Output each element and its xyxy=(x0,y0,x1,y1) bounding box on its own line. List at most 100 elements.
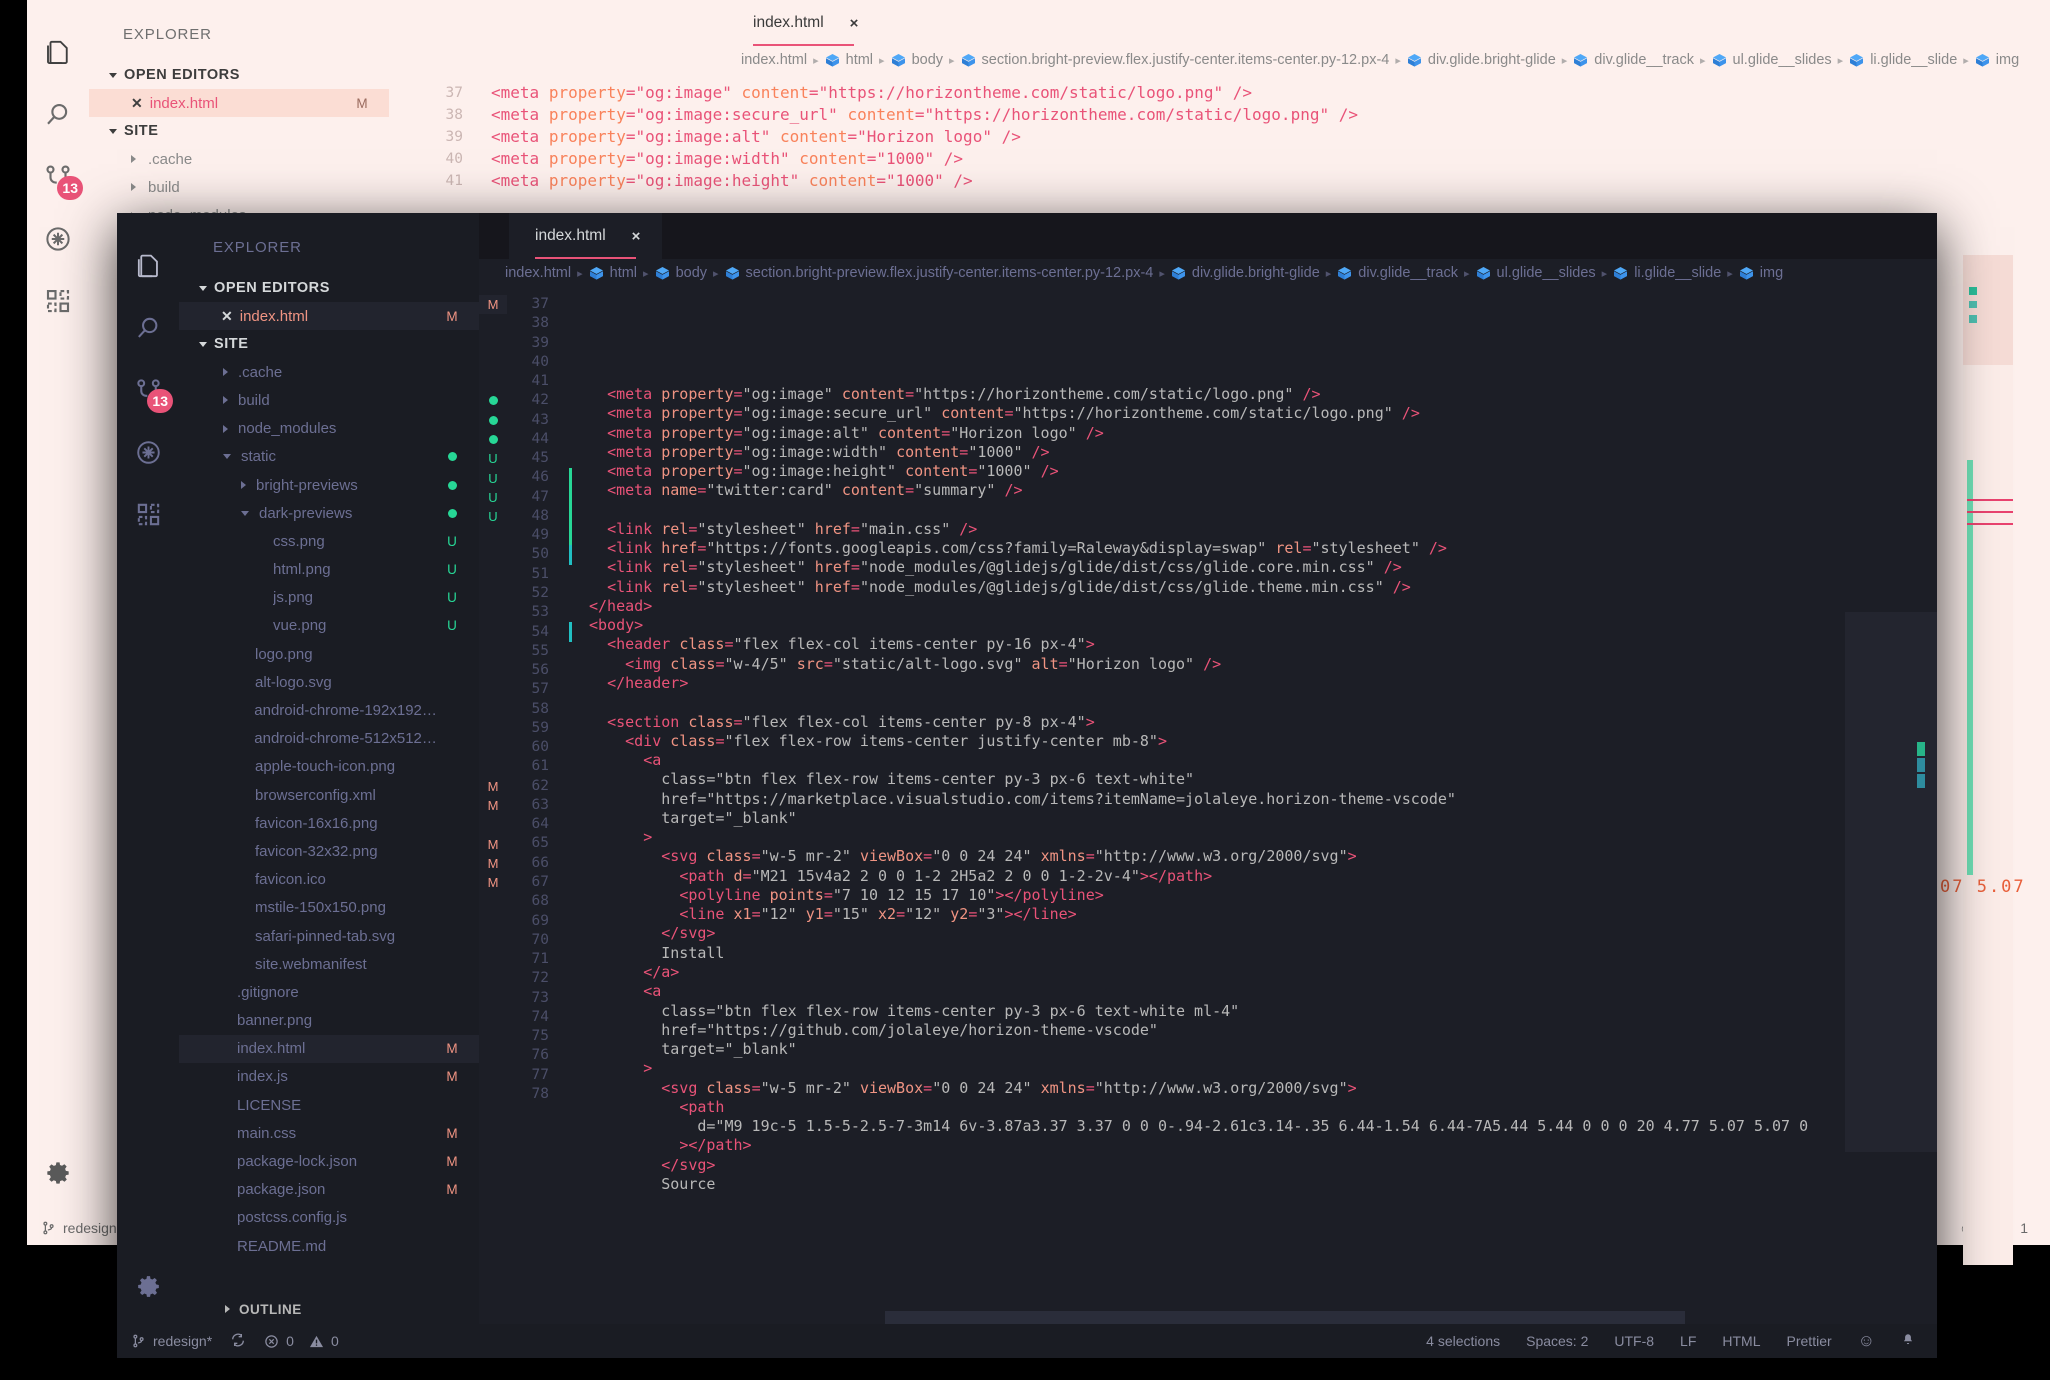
code-line[interactable]: href="https://github.com/jolaleye/horizo… xyxy=(589,1021,1845,1040)
dark-tree-item[interactable]: dark-previews xyxy=(179,499,479,527)
code-line[interactable]: </header> xyxy=(589,674,1845,693)
source-control-icon[interactable]: 13 xyxy=(117,359,179,421)
dark-tree-item[interactable]: bright-previews xyxy=(179,471,479,499)
code-line[interactable]: </head> xyxy=(589,597,1845,616)
code-line[interactable]: > xyxy=(589,1059,1845,1078)
dark-site-header[interactable]: SITE xyxy=(179,330,479,358)
code-line[interactable]: href="https://marketplace.visualstudio.c… xyxy=(589,790,1845,809)
breadcrumb-segment[interactable]: div.glide.bright-glide xyxy=(1428,52,1556,68)
code-line[interactable]: <line x1="12" y1="15" x2="12" y2="3"></l… xyxy=(589,905,1845,924)
breadcrumb-segment[interactable]: index.html xyxy=(505,265,571,281)
code-line[interactable]: <meta property="og:image" content="https… xyxy=(589,385,1845,404)
breadcrumb-segment[interactable]: section.bright-preview.flex.justify-cent… xyxy=(982,52,1390,68)
code-line[interactable]: <img class="w-4/5" src="static/alt-logo.… xyxy=(589,655,1845,674)
dark-tree-item[interactable]: safari-pinned-tab.svg xyxy=(179,922,479,950)
code-line[interactable]: > xyxy=(589,828,1845,847)
breadcrumb-segment[interactable]: ul.glide__slides xyxy=(1497,265,1596,281)
dark-tree-item[interactable]: postcss.config.js xyxy=(179,1204,479,1232)
code-line[interactable]: <div class="flex flex-row items-center j… xyxy=(589,732,1845,751)
close-icon[interactable]: ✕ xyxy=(221,308,233,325)
code-line[interactable]: <svg class="w-5 mr-2" viewBox="0 0 24 24… xyxy=(589,847,1845,866)
dark-tree-item[interactable]: main.cssM xyxy=(179,1119,479,1147)
breadcrumb-segment[interactable]: li.glide__slide xyxy=(1870,52,1957,68)
bright-branch-indicator[interactable]: redesign xyxy=(41,1220,117,1236)
dark-tree-item[interactable]: apple-touch-icon.png xyxy=(179,753,479,781)
code-line[interactable]: <meta property="og:image:height" content… xyxy=(589,462,1845,481)
code-line[interactable]: <link href="https://fonts.googleapis.com… xyxy=(589,539,1845,558)
dark-tree-item[interactable]: css.pngU xyxy=(179,527,479,555)
source-control-icon[interactable]: 13 xyxy=(27,146,89,208)
dark-tree-item[interactable]: android-chrome-512x512.png xyxy=(179,725,479,753)
dark-tree-item[interactable]: favicon-32x32.png xyxy=(179,837,479,865)
dark-open-editors-header[interactable]: OPEN EDITORS xyxy=(179,274,479,302)
dark-tree-item[interactable]: mstile-150x150.png xyxy=(179,894,479,922)
formatter-status[interactable]: Prettier xyxy=(1787,1333,1832,1349)
dark-tree-item[interactable]: static xyxy=(179,443,479,471)
code-line[interactable]: class="btn flex flex-row items-center py… xyxy=(589,770,1845,789)
code-line[interactable]: <meta property="og:image:secure_url" con… xyxy=(491,104,2050,126)
close-icon[interactable]: × xyxy=(632,228,641,245)
breadcrumb-segment[interactable]: body xyxy=(912,52,943,68)
dark-tree-item[interactable]: logo.png xyxy=(179,640,479,668)
bell-icon[interactable] xyxy=(1901,1332,1915,1350)
code-line[interactable]: <a xyxy=(589,751,1845,770)
sync-icon[interactable] xyxy=(230,1332,246,1351)
code-line[interactable]: <link rel="stylesheet" href="node_module… xyxy=(589,578,1845,597)
code-line[interactable]: <path d="M21 15v4a2 2 0 0 1-2 2H5a2 2 0 … xyxy=(589,867,1845,886)
bright-site-header[interactable]: SITE xyxy=(89,117,389,145)
dark-fold-column[interactable] xyxy=(549,287,565,1324)
dark-tree-item[interactable]: android-chrome-192x192.png xyxy=(179,696,479,724)
code-line[interactable]: <link rel="stylesheet" href="main.css" /… xyxy=(589,520,1845,539)
settings-gear-icon[interactable] xyxy=(27,1149,89,1211)
extensions-icon[interactable] xyxy=(117,483,179,545)
breadcrumb-segment[interactable]: html xyxy=(610,265,637,281)
bright-tab-index-html[interactable]: index.html × xyxy=(727,0,880,46)
smiley-icon[interactable]: ☺ xyxy=(1858,1331,1875,1351)
code-line[interactable]: ></path> xyxy=(589,1136,1845,1155)
code-line[interactable]: <body> xyxy=(589,616,1845,635)
dark-tree-item[interactable]: node_modules xyxy=(179,415,479,443)
code-line[interactable] xyxy=(589,693,1845,712)
dark-minimap[interactable] xyxy=(1845,287,1937,1324)
code-line[interactable]: <meta property="og:image" content="https… xyxy=(491,82,2050,104)
selections-status[interactable]: 4 selections xyxy=(1426,1333,1500,1349)
bright-tree-item[interactable]: .cache xyxy=(89,145,389,173)
code-line[interactable]: target="_blank" xyxy=(589,809,1845,828)
dark-tree-item[interactable]: index.htmlM xyxy=(179,1035,479,1063)
code-line[interactable] xyxy=(589,501,1845,520)
dark-breadcrumb[interactable]: index.html▸html▸body▸section.bright-prev… xyxy=(479,259,1937,287)
breadcrumb-segment[interactable]: div.glide__track xyxy=(1358,265,1458,281)
dark-tree-item[interactable]: favicon.ico xyxy=(179,866,479,894)
code-line[interactable]: <meta property="og:image:width" content=… xyxy=(491,148,2050,170)
dark-code-lines[interactable]: <meta property="og:image" content="https… xyxy=(565,287,1845,1324)
code-line[interactable]: <meta property="og:image:height" content… xyxy=(491,170,2050,192)
dark-tree-item[interactable]: README.md xyxy=(179,1232,479,1260)
code-line[interactable]: Source xyxy=(589,1175,1845,1194)
dark-problems-indicator[interactable]: 0 0 xyxy=(264,1333,339,1349)
dark-tree-item[interactable]: build xyxy=(179,386,479,414)
breadcrumb-segment[interactable]: ul.glide__slides xyxy=(1733,52,1832,68)
breadcrumb-segment[interactable]: index.html xyxy=(741,52,807,68)
files-icon[interactable] xyxy=(117,235,179,297)
dark-tree-item[interactable]: LICENSE xyxy=(179,1091,479,1119)
code-line[interactable]: <a xyxy=(589,982,1845,1001)
code-line[interactable]: <meta property="og:image:width" content=… xyxy=(589,443,1845,462)
code-line[interactable]: <polyline points="7 10 12 15 17 10"></po… xyxy=(589,886,1845,905)
dark-tree-item[interactable]: index.jsM xyxy=(179,1063,479,1091)
close-icon[interactable]: ✕ xyxy=(131,95,143,112)
bright-minimap-slider[interactable] xyxy=(1963,255,2013,365)
search-icon[interactable] xyxy=(117,297,179,359)
code-line[interactable]: <section class="flex flex-col items-cent… xyxy=(589,713,1845,732)
breadcrumb-segment[interactable]: div.glide__track xyxy=(1594,52,1694,68)
code-line[interactable]: </a> xyxy=(589,963,1845,982)
dark-tree-item[interactable]: vue.pngU xyxy=(179,612,479,640)
dark-outline-panel-header[interactable]: OUTLINE xyxy=(179,1294,479,1324)
dark-tree-item[interactable]: package.jsonM xyxy=(179,1176,479,1204)
code-line[interactable]: <path xyxy=(589,1098,1845,1117)
close-icon[interactable]: × xyxy=(850,15,859,32)
breadcrumb-segment[interactable]: section.bright-preview.flex.justify-cent… xyxy=(746,265,1154,281)
bright-breadcrumb[interactable]: index.html▸html▸body▸section.bright-prev… xyxy=(389,46,2050,74)
dark-tab-index-html[interactable]: index.html × xyxy=(509,213,662,259)
code-line[interactable]: <meta property="og:image:alt" content="H… xyxy=(589,424,1845,443)
bright-minimap-strip[interactable] xyxy=(1963,255,2013,1265)
